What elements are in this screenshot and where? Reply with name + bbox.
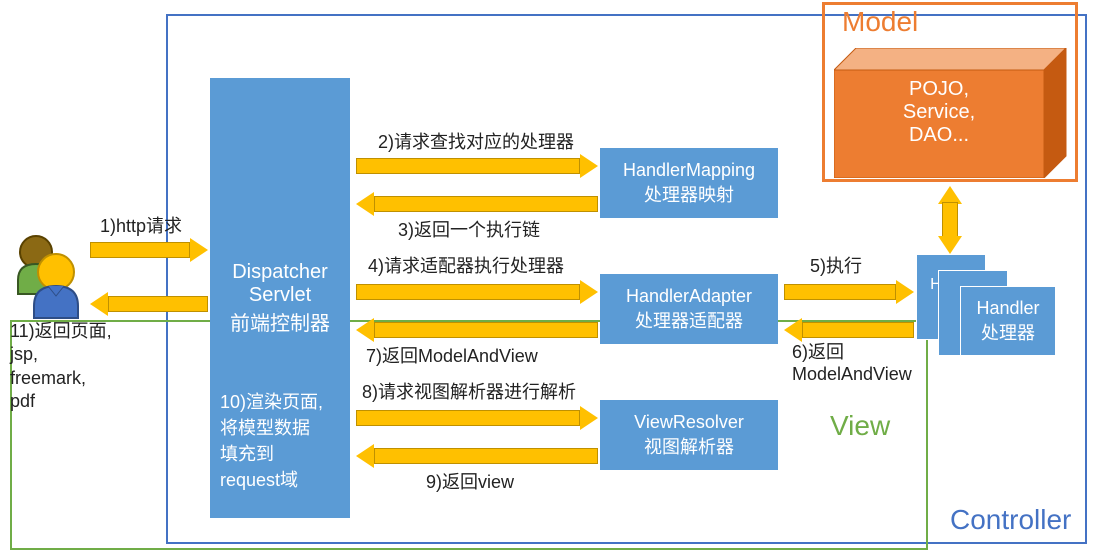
dispatcher-line2: Servlet — [230, 284, 330, 307]
view-resolver-line2: 视图解析器 — [644, 433, 734, 459]
users-icon — [8, 230, 88, 325]
handler-adapter-line2: 处理器适配器 — [635, 307, 743, 333]
step3-label: 3)返回一个执行链 — [398, 216, 540, 242]
view-resolver-line1: ViewResolver — [634, 412, 744, 433]
step4-label: 4)请求适配器执行处理器 — [368, 252, 564, 278]
step11-label: 11)返回页面, jsp, freemark, pdf — [10, 320, 112, 414]
dispatcher-line3: 前端控制器 — [230, 307, 330, 336]
pojo-line1: POJO, — [834, 78, 1044, 101]
step5-label: 5)执行 — [810, 252, 862, 278]
view-resolver-block: ViewResolver 视图解析器 — [600, 400, 778, 470]
step2-label: 2)请求查找对应的处理器 — [378, 128, 574, 154]
step1-label: 1)http请求 — [100, 212, 182, 238]
step6-label: 6)返回 ModelAndView — [792, 342, 912, 385]
handler-adapter-line1: HandlerAdapter — [626, 286, 752, 307]
handler-block: Handler 处理器 — [960, 286, 1056, 356]
step10-label: 10)渲染页面, 将模型数据 填充到 request域 — [220, 388, 350, 492]
view-label: View — [830, 410, 890, 442]
dispatcher-line1: Dispatcher — [230, 261, 330, 284]
step9-label: 9)返回view — [426, 468, 514, 494]
handler-mapping-line2: 处理器映射 — [644, 181, 734, 207]
step7-label: 7)返回ModelAndView — [366, 342, 538, 368]
model-label: Model — [842, 6, 918, 38]
step8-label: 8)请求视图解析器进行解析 — [362, 378, 576, 404]
handler-mapping-block: HandlerMapping 处理器映射 — [600, 148, 778, 218]
dispatcher-block: Dispatcher Servlet 前端控制器 10)渲染页面, 将模型数据 … — [210, 78, 350, 518]
handler-line1: Handler — [976, 298, 1039, 319]
handler-line2: 处理器 — [981, 319, 1035, 345]
pojo-line3: DAO... — [834, 124, 1044, 147]
handler-adapter-block: HandlerAdapter 处理器适配器 — [600, 274, 778, 344]
pojo-line2: Service, — [834, 101, 1044, 124]
handler-mapping-line1: HandlerMapping — [623, 160, 755, 181]
controller-label: Controller — [950, 504, 1071, 536]
